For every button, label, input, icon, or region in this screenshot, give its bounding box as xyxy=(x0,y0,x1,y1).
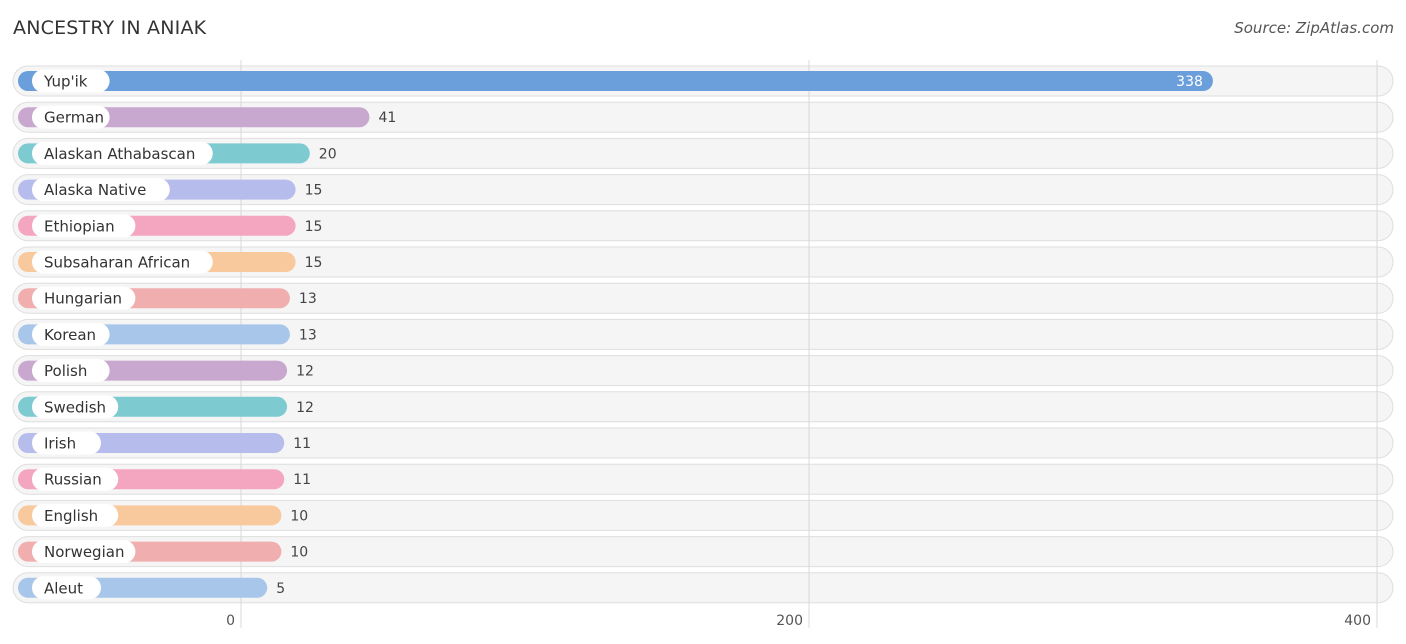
category-label: Alaska Native xyxy=(44,181,146,199)
value-label: 20 xyxy=(319,146,337,162)
value-label: 13 xyxy=(299,291,317,307)
value-label: 15 xyxy=(305,183,323,199)
x-tick-label: 400 xyxy=(1344,613,1371,629)
category-label: Swedish xyxy=(44,398,106,416)
value-label: 15 xyxy=(305,219,323,235)
value-label: 10 xyxy=(290,508,308,524)
bar[interactable] xyxy=(18,71,1213,91)
x-tick-label: 0 xyxy=(226,613,235,629)
category-label: German xyxy=(44,109,104,127)
value-label: 12 xyxy=(296,364,314,380)
value-label: 11 xyxy=(293,472,311,488)
value-label: 338 xyxy=(1176,74,1203,90)
value-label: 5 xyxy=(276,581,285,597)
category-label: Ethiopian xyxy=(44,217,115,235)
x-tick-label: 200 xyxy=(776,613,803,629)
category-label: Polish xyxy=(44,362,87,380)
category-label: Norwegian xyxy=(44,543,124,561)
category-label: Aleut xyxy=(44,579,83,597)
value-label: 15 xyxy=(305,255,323,271)
category-label: Yup'ik xyxy=(43,73,88,91)
category-label: Russian xyxy=(44,471,102,489)
value-label: 13 xyxy=(299,327,317,343)
category-label: Korean xyxy=(44,326,96,344)
value-label: 10 xyxy=(290,545,308,561)
category-label: English xyxy=(44,507,98,525)
category-label: Irish xyxy=(44,435,76,453)
bar-chart: Yup'ik 338 German 41 Alaskan Athabascan 20 Ala… xyxy=(12,60,1394,629)
category-label: Alaskan Athabascan xyxy=(44,145,195,163)
value-label: 41 xyxy=(378,110,396,126)
value-label: 11 xyxy=(293,436,311,452)
category-label: Hungarian xyxy=(44,290,122,308)
value-label: 12 xyxy=(296,400,314,416)
category-label: Subsaharan African xyxy=(44,254,190,272)
